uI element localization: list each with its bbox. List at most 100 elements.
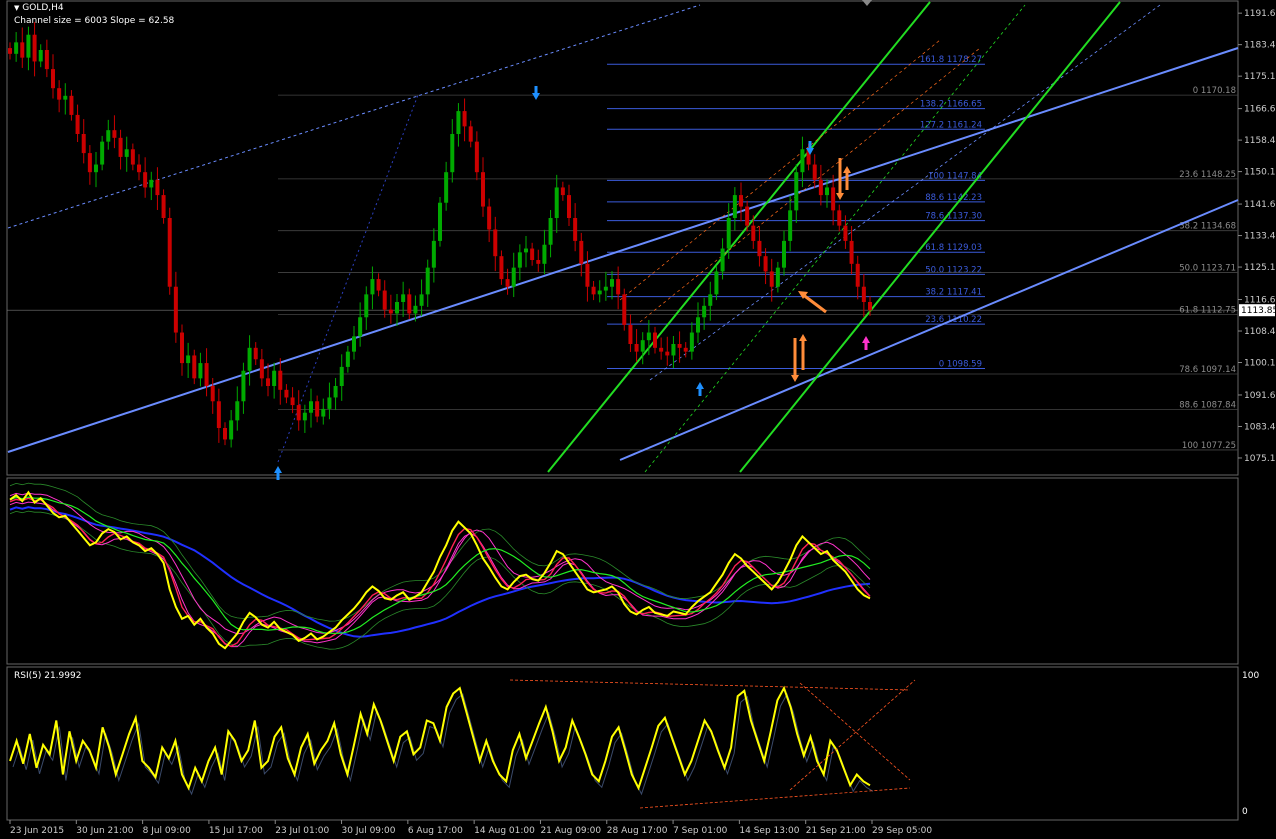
candle-body xyxy=(241,370,246,402)
fib-retrace-label: 88.6 1087.84 xyxy=(1179,401,1236,411)
candle-body xyxy=(732,195,737,218)
candle-body xyxy=(272,370,277,386)
osc-green-line xyxy=(9,496,871,634)
y-tick-label: 1150.15 xyxy=(1244,168,1276,178)
candle-body xyxy=(382,290,387,310)
y-tick-label: 1091.65 xyxy=(1244,391,1276,401)
candle-body xyxy=(118,137,123,157)
orange-up-arrow-icon xyxy=(799,334,807,348)
candle-body xyxy=(831,187,836,211)
candle-body xyxy=(266,378,270,386)
candle-body xyxy=(358,317,363,337)
candle-body xyxy=(223,428,227,440)
candle-body xyxy=(517,252,522,268)
candle-body xyxy=(751,225,756,241)
candle-body xyxy=(646,332,651,341)
candle-body xyxy=(628,324,633,344)
x-tick-label: 23 Jun 2015 xyxy=(10,826,64,835)
candle-body xyxy=(161,195,166,218)
candle-body xyxy=(69,95,74,115)
candle-body xyxy=(616,279,621,295)
candle-body xyxy=(419,294,424,306)
candle-body xyxy=(671,344,676,356)
x-tick-label: 6 Aug 17:00 xyxy=(408,826,463,835)
candle-body xyxy=(87,153,92,173)
candle-body xyxy=(499,256,504,280)
candle-body xyxy=(333,386,338,398)
candle-body xyxy=(855,263,860,287)
candle-body xyxy=(315,401,320,417)
candle-body xyxy=(782,240,786,268)
fib-level-label: 127.2 1161.24 xyxy=(920,120,982,130)
candle-body xyxy=(548,218,553,245)
candle-body xyxy=(106,130,111,142)
chart-root: 161.8 1178.27 138.2 1166.65 127.2 1161.24 1… xyxy=(0,0,1276,836)
candle-body xyxy=(75,114,80,134)
fib-retrace-label: 38.2 1134.68 xyxy=(1179,222,1236,232)
candle-body xyxy=(290,397,295,406)
x-tick-label: 30 Jul 09:00 xyxy=(342,826,396,835)
candle-body xyxy=(763,256,768,272)
oscillator-panel-frame xyxy=(6,477,1239,665)
candle-body xyxy=(124,149,129,157)
candle-body xyxy=(155,179,160,196)
candle-body xyxy=(63,95,68,100)
fib-level-label: 50.0 1123.22 xyxy=(925,265,982,275)
buy-arrow-icon xyxy=(696,382,704,396)
chart-canvas[interactable]: 161.8 1178.27 138.2 1166.65 127.2 1161.24 1… xyxy=(0,0,1276,836)
orange-down-arrow-icon xyxy=(836,186,844,200)
candle-body xyxy=(57,88,62,100)
candle-body xyxy=(524,248,528,253)
candle-body xyxy=(14,42,19,54)
candle-body xyxy=(376,279,381,291)
candle-body xyxy=(112,130,117,138)
candle-body xyxy=(309,401,313,413)
rsi-scale-bottom: 0 xyxy=(1242,807,1248,817)
candle-body xyxy=(94,164,98,173)
fib-retrace-label: 23.6 1148.25 xyxy=(1179,170,1236,180)
candle-body xyxy=(327,397,332,409)
candle-body xyxy=(714,271,719,295)
candle-body xyxy=(370,279,375,295)
candle-body xyxy=(173,286,178,333)
candle-body xyxy=(253,347,258,360)
candle-body xyxy=(837,210,842,226)
symbol-title[interactable]: ▼ GOLD,H4 xyxy=(14,3,64,13)
candle-body xyxy=(32,34,37,62)
candle-body xyxy=(800,149,805,173)
candle-body xyxy=(137,164,141,173)
candle-body xyxy=(775,267,780,287)
candle-body xyxy=(462,111,467,127)
x-tick-label: 21 Sep 21:00 xyxy=(806,826,866,835)
x-tick-label: 28 Aug 17:00 xyxy=(607,826,668,835)
candle-body xyxy=(456,111,461,134)
candle-body xyxy=(438,202,442,241)
candle-body xyxy=(278,370,283,390)
fib-level-label: 161.8 1178.27 xyxy=(920,55,982,65)
candle-body xyxy=(622,294,627,325)
x-tick-label: 7 Sep 01:00 xyxy=(673,826,728,835)
x-tick-label: 15 Jul 17:00 xyxy=(209,826,263,835)
main-panel-frame xyxy=(6,0,1239,476)
trend-line xyxy=(739,1,1121,473)
rsi-signal-line xyxy=(12,692,874,796)
y-tick-label: 1141.65 xyxy=(1244,200,1276,210)
y-tick-label: 1125.15 xyxy=(1244,263,1276,273)
fib-level-label: 38.2 1117.41 xyxy=(925,288,982,298)
candle-body xyxy=(401,294,406,302)
fib-level-label: 61.8 1129.03 xyxy=(925,243,982,253)
candle-body xyxy=(640,340,645,352)
candle-body xyxy=(542,244,547,264)
candle-body xyxy=(259,359,264,379)
candle-body xyxy=(388,309,393,314)
candle-body xyxy=(591,286,596,295)
rsi-trend-line xyxy=(799,682,911,781)
candle-body xyxy=(302,412,307,421)
y-tick-label: 1108.40 xyxy=(1244,327,1276,337)
candle-body xyxy=(653,332,657,348)
candle-body xyxy=(677,344,682,348)
rsi-trend-line xyxy=(789,679,916,791)
candle-body xyxy=(720,248,725,272)
collapse-triangle-icon[interactable]: ▼ xyxy=(14,4,19,12)
candle-body xyxy=(474,141,479,173)
